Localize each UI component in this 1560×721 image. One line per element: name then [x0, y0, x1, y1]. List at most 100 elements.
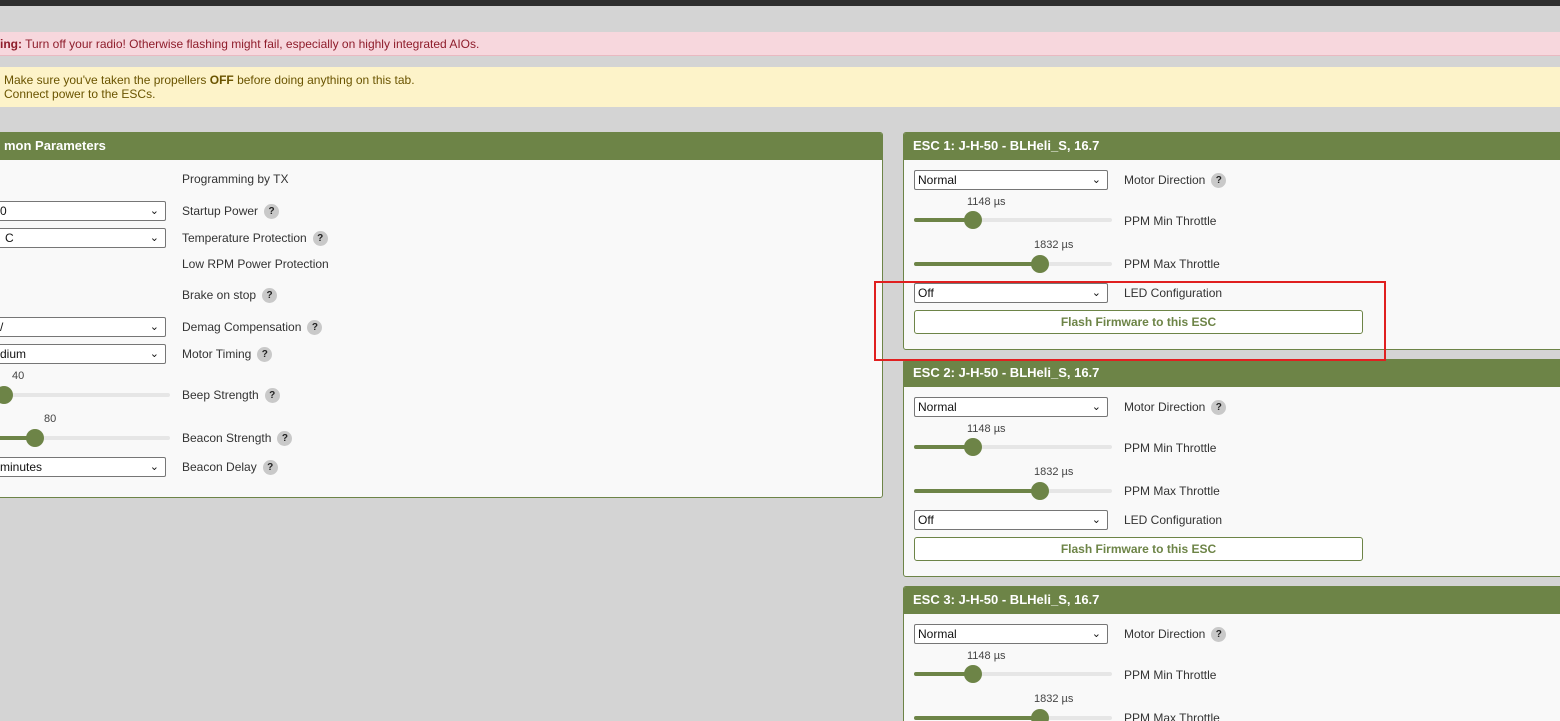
beacon-strength-handle[interactable] [26, 429, 44, 447]
esc-1-min-throttle-handle[interactable] [964, 211, 982, 229]
help-icon[interactable]: ? [312, 231, 328, 247]
help-icon[interactable]: ? [262, 460, 278, 476]
esc-2-motor-direction-value: Normal [918, 400, 957, 414]
esc-1-flash-firmware-button[interactable]: Flash Firmware to this ESC [914, 310, 1363, 334]
chevron-down-icon: ⌄ [149, 205, 159, 217]
chevron-down-icon: ⌄ [149, 232, 159, 244]
startup-power-label: Startup Power? [182, 204, 280, 220]
esc-2-max-throttle-label: PPM Max Throttle [1124, 484, 1220, 498]
motor-timing-select[interactable]: dium ⌄ [0, 344, 166, 364]
help-icon[interactable]: ? [264, 204, 280, 220]
help-icon[interactable]: ? [307, 320, 323, 336]
esc-2-led-configuration-label: LED Configuration [1124, 513, 1223, 527]
startup-power-text: Startup Power [182, 204, 259, 218]
temperature-protection-select[interactable]: C ⌄ [0, 228, 166, 248]
esc-1-title: ESC 1: J-H-50 - BLHeli_S, 16.7 [904, 133, 1560, 160]
startup-power-select[interactable]: 0 ⌄ [0, 201, 166, 221]
beacon-strength-label: Beacon Strength? [182, 431, 293, 447]
beep-strength-text: Beep Strength [182, 388, 259, 402]
beacon-strength-slider[interactable] [0, 429, 170, 447]
esc-2-max-throttle-fill [914, 489, 1040, 493]
temperature-protection-value: C [5, 231, 14, 245]
esc-3-min-throttle-value: 1148 µs [967, 650, 1006, 662]
esc-2-flash-firmware-button[interactable]: Flash Firmware to this ESC [914, 537, 1363, 561]
motor-timing-label: Motor Timing? [182, 347, 273, 363]
beacon-delay-value: minutes [0, 460, 43, 474]
esc-2-led-configuration-select[interactable]: Off ⌄ [914, 510, 1108, 530]
chevron-down-icon: ⌄ [1091, 401, 1101, 413]
propeller-warning-banner: Make sure you've taken the propellers OF… [0, 67, 1560, 107]
demag-compensation-value: / [0, 320, 4, 334]
temperature-protection-text: Temperature Protection [182, 231, 307, 245]
help-icon[interactable]: ? [264, 388, 280, 404]
esc-2-max-throttle-handle[interactable] [1031, 482, 1049, 500]
esc-3-max-throttle-label: PPM Max Throttle [1124, 711, 1220, 721]
esc-2-motor-direction-select[interactable]: Normal ⌄ [914, 397, 1108, 417]
esc-2-led-configuration-value: Off [918, 513, 934, 527]
esc-1-max-throttle-fill [914, 262, 1040, 266]
propeller-warning-text-end: before doing anything on this tab. [233, 73, 415, 87]
power-warning-line: Connect power to the ESCs. [4, 87, 156, 101]
brake-on-stop-label: Brake on stop? [182, 288, 278, 304]
temperature-protection-label: Temperature Protection? [182, 231, 328, 247]
help-icon[interactable]: ? [257, 347, 273, 363]
brake-on-stop-text: Brake on stop [182, 288, 257, 302]
esc-2-min-throttle-slider[interactable] [914, 438, 1112, 456]
chevron-down-icon: ⌄ [149, 461, 159, 473]
beacon-strength-value: 80 [44, 413, 57, 425]
help-icon[interactable]: ? [277, 431, 293, 447]
esc-2-max-throttle-slider[interactable] [914, 482, 1112, 500]
esc-1-led-configuration-value: Off [918, 286, 934, 300]
propeller-warning-line: Make sure you've taken the propellers OF… [4, 73, 1560, 87]
esc-1-motor-direction-label: Motor Direction? [1124, 173, 1227, 189]
esc-2-motor-direction-text: Motor Direction [1124, 400, 1206, 414]
help-icon[interactable]: ? [1211, 400, 1227, 416]
help-icon[interactable]: ? [262, 288, 278, 304]
radio-warning-banner: ing: Turn off your radio! Otherwise flas… [0, 32, 1560, 56]
esc-3-motor-direction-select[interactable]: Normal ⌄ [914, 624, 1108, 644]
esc-2-motor-direction-label: Motor Direction? [1124, 400, 1227, 416]
esc-2-min-throttle-handle[interactable] [964, 438, 982, 456]
propeller-warning-text: Make sure you've taken the propellers [4, 73, 210, 87]
esc-1-led-configuration-select[interactable]: Off ⌄ [914, 283, 1108, 303]
programming-by-tx-label: Programming by TX [182, 172, 289, 186]
beacon-delay-select[interactable]: minutes ⌄ [0, 457, 166, 477]
esc-3-min-throttle-slider[interactable] [914, 665, 1112, 683]
common-parameters-panel: mon Parameters [0, 132, 883, 498]
chevron-down-icon: ⌄ [1091, 514, 1101, 526]
esc-3-motor-direction-label: Motor Direction? [1124, 627, 1227, 643]
help-icon[interactable]: ? [1211, 627, 1227, 643]
esc-1-motor-direction-text: Motor Direction [1124, 173, 1206, 187]
propeller-warning-bold: OFF [209, 73, 234, 87]
chevron-down-icon: ⌄ [1091, 174, 1101, 186]
esc-3-max-throttle-slider[interactable] [914, 709, 1112, 721]
esc-2-min-throttle-value: 1148 µs [967, 423, 1006, 435]
chevron-down-icon: ⌄ [149, 321, 159, 333]
esc-1-max-throttle-handle[interactable] [1031, 255, 1049, 273]
esc-2-min-throttle-label: PPM Min Throttle [1124, 441, 1217, 455]
esc-3-motor-direction-value: Normal [918, 627, 957, 641]
esc-3-max-throttle-fill [914, 716, 1040, 720]
beep-strength-label: Beep Strength? [182, 388, 280, 404]
chevron-down-icon: ⌄ [149, 348, 159, 360]
demag-compensation-select[interactable]: / ⌄ [0, 317, 166, 337]
common-parameters-title: mon Parameters [0, 133, 882, 160]
esc-2-title: ESC 2: J-H-50 - BLHeli_S, 16.7 [904, 360, 1560, 387]
esc-1-max-throttle-slider[interactable] [914, 255, 1112, 273]
radio-warning-text: Turn off your radio! Otherwise flashing … [22, 37, 480, 51]
beacon-strength-text: Beacon Strength [182, 431, 272, 445]
startup-power-value: 0 [0, 204, 7, 218]
low-rpm-power-protection-label: Low RPM Power Protection [182, 257, 329, 271]
esc-3-min-throttle-handle[interactable] [964, 665, 982, 683]
esc-3-max-throttle-handle[interactable] [1031, 709, 1049, 721]
esc-3-max-throttle-value: 1832 µs [1034, 693, 1074, 705]
chevron-down-icon: ⌄ [1091, 287, 1101, 299]
esc-1-motor-direction-select[interactable]: Normal ⌄ [914, 170, 1108, 190]
esc-3-min-throttle-label: PPM Min Throttle [1124, 668, 1217, 682]
esc-3-title: ESC 3: J-H-50 - BLHeli_S, 16.7 [904, 587, 1560, 614]
help-icon[interactable]: ? [1211, 173, 1227, 189]
beep-strength-value: 40 [12, 370, 25, 382]
esc-1-min-throttle-slider[interactable] [914, 211, 1112, 229]
beep-strength-slider[interactable] [0, 386, 170, 404]
esc-1-min-throttle-value: 1148 µs [967, 196, 1006, 208]
